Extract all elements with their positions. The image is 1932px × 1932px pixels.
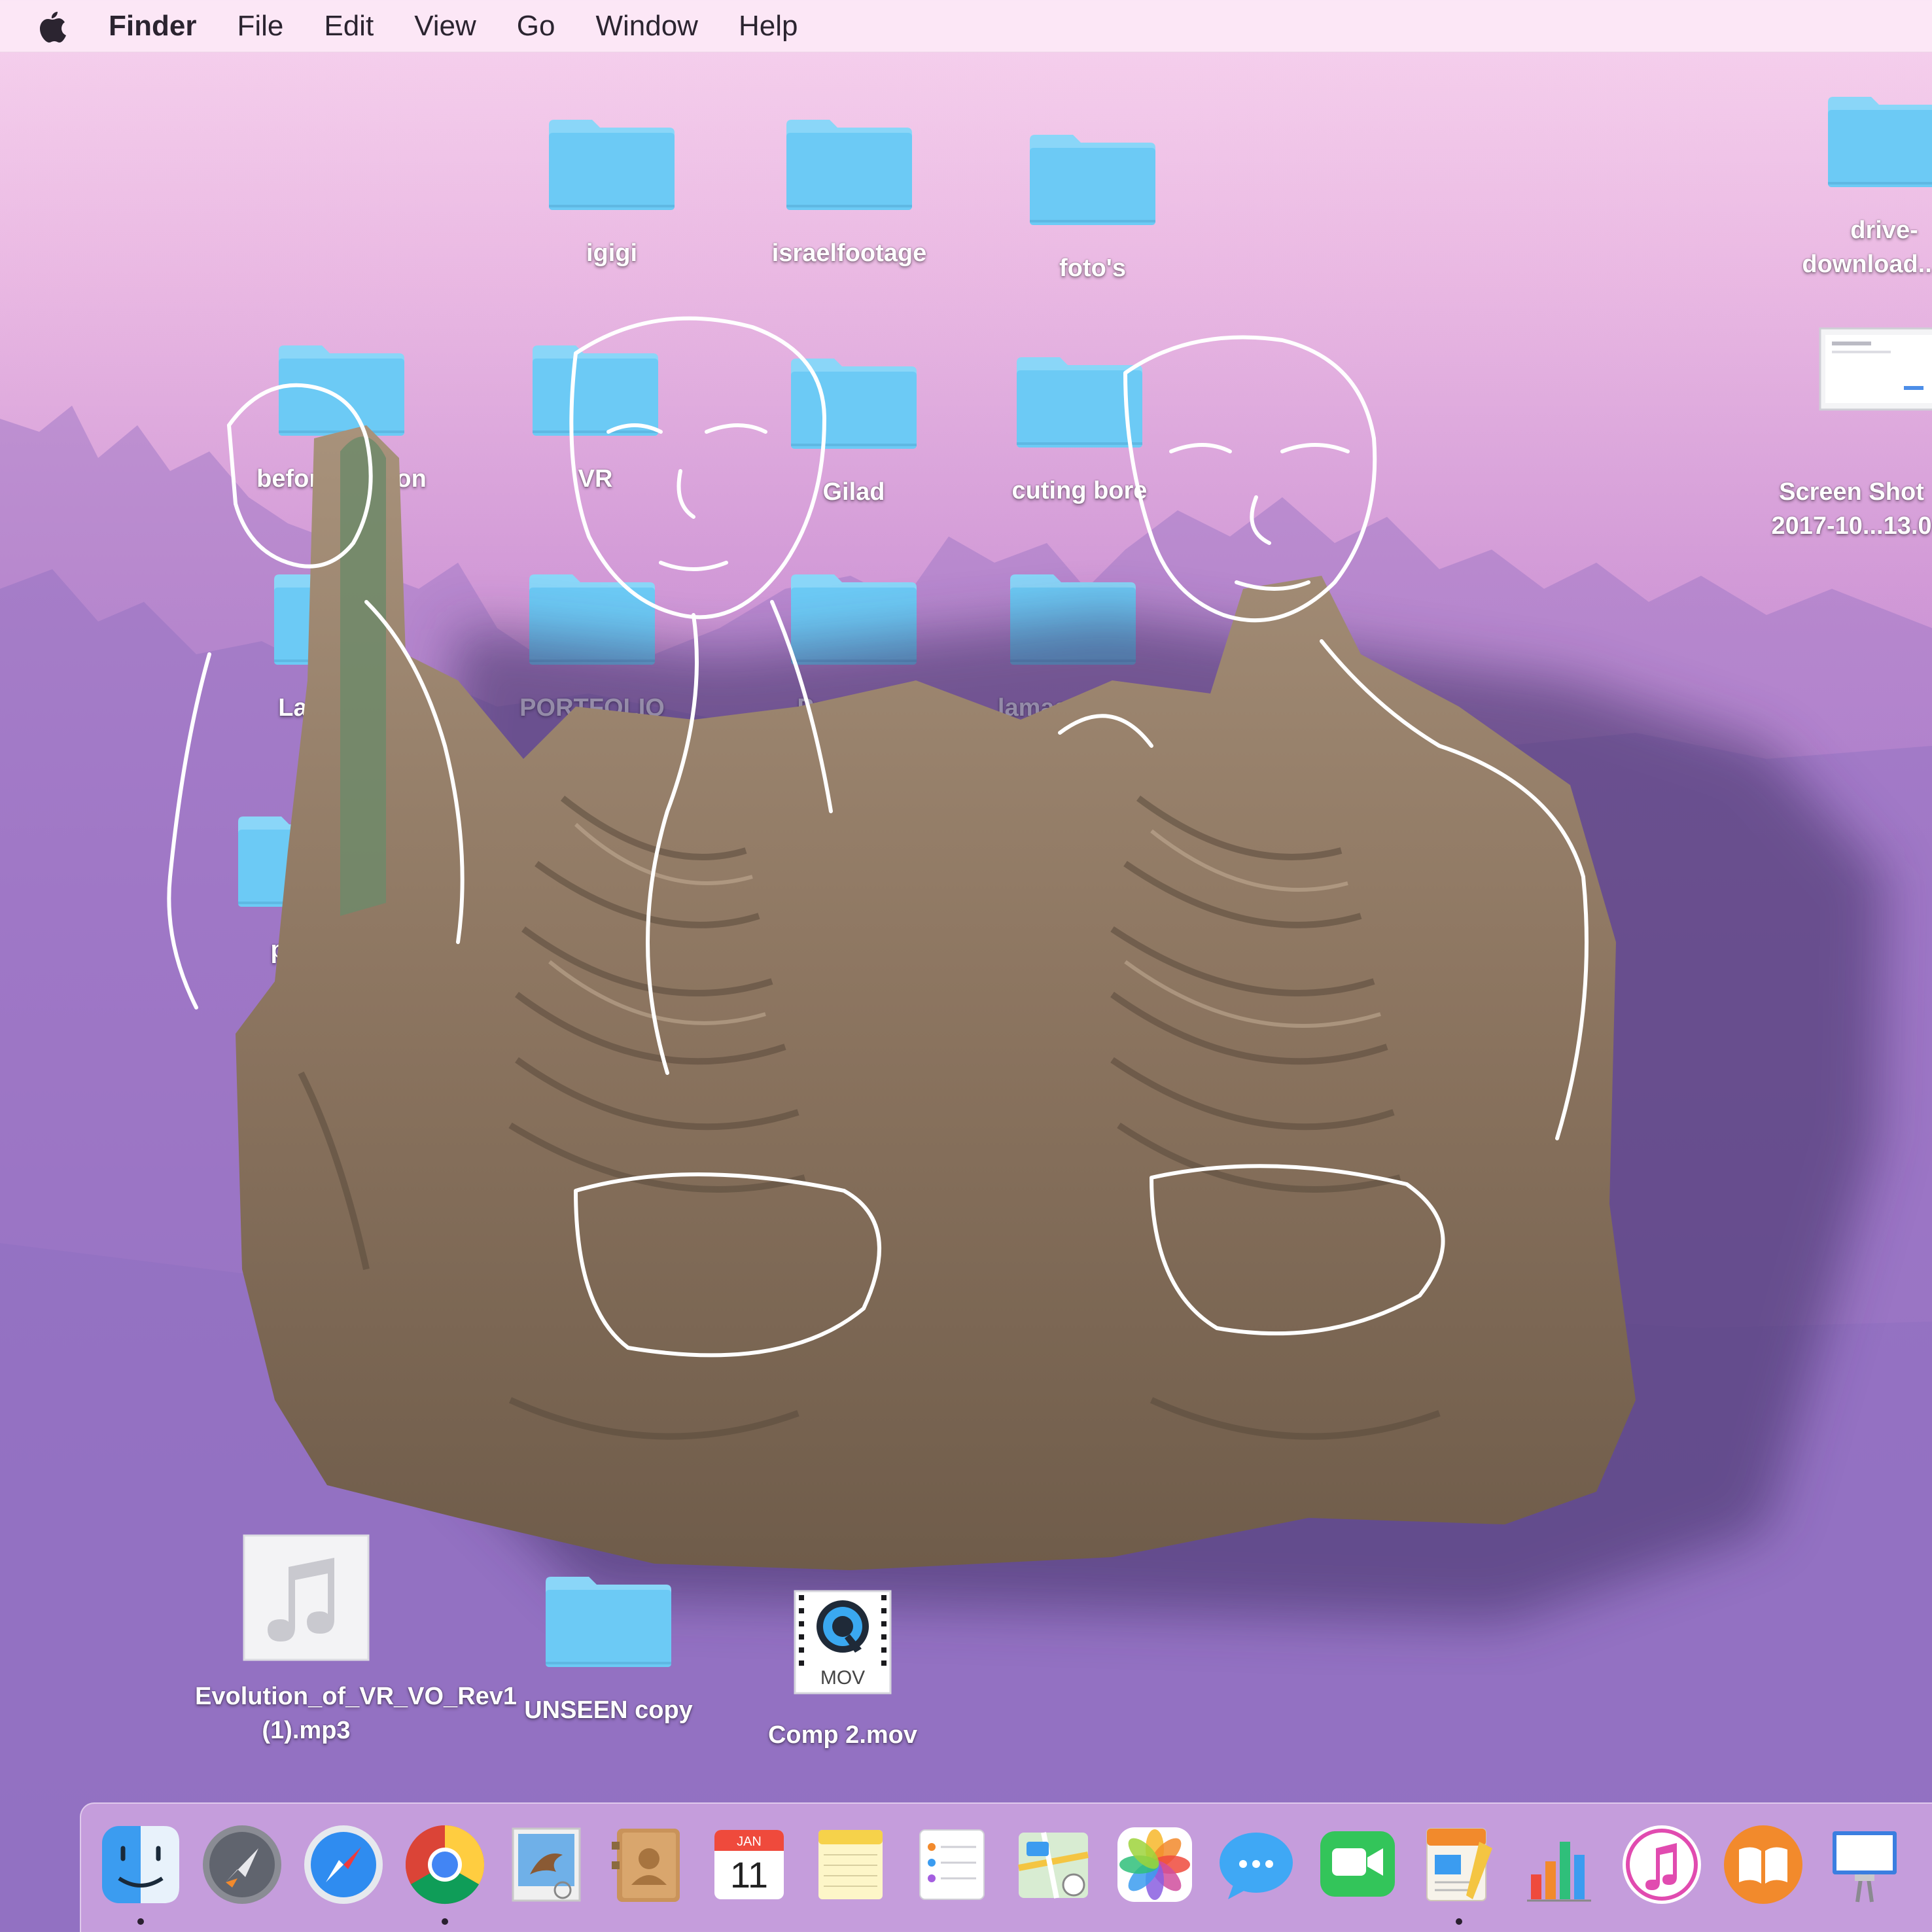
desktop-folder[interactable]: lamassu psd — [975, 563, 1171, 725]
folder-label: petra — [270, 936, 332, 964]
desktop-file-screenshot[interactable] — [1812, 327, 1932, 412]
menu-view[interactable]: View — [414, 0, 476, 52]
running-indicator — [137, 1918, 144, 1925]
desktop-folder[interactable]: PORTFOLIO — [494, 563, 690, 725]
folder-label: before ... ction — [256, 465, 427, 493]
folder-icon — [533, 345, 658, 436]
screenshot-thumbnail-icon — [1819, 327, 1932, 411]
menu-window[interactable]: Window — [595, 0, 698, 52]
finder-icon[interactable] — [98, 1822, 183, 1907]
folder-label: UNSEEN copy — [524, 1696, 693, 1724]
desktop-folder[interactable]: petra — [203, 805, 399, 967]
facetime-icon[interactable] — [1315, 1822, 1400, 1907]
folder-icon — [546, 1577, 671, 1667]
notes-icon[interactable] — [808, 1822, 893, 1907]
desktop-folder[interactable]: VR — [497, 334, 694, 496]
maps-icon[interactable] — [1011, 1822, 1096, 1907]
safari-icon[interactable] — [301, 1822, 386, 1907]
desktop-folder[interactable]: israelfootage — [751, 108, 947, 270]
calendar-icon[interactable]: JAN 11 — [707, 1822, 792, 1907]
numbers-icon[interactable] — [1518, 1822, 1603, 1907]
folder-icon — [1017, 357, 1142, 448]
desktop-folder[interactable]: before ... ction — [243, 334, 440, 496]
folder-label: lamassu psd — [997, 694, 1149, 722]
folder-icon — [279, 345, 404, 436]
menu-app-name[interactable]: Finder — [109, 0, 196, 52]
folder-icon — [791, 574, 917, 665]
desktop-file-audio[interactable]: Evolution_of_VR_VO_Rev1 (1).mp3 — [195, 1534, 517, 1748]
desktop-folder[interactable]: cuting bore — [981, 345, 1178, 508]
folder-icon — [791, 359, 917, 449]
desktop-folder[interactable]: foto's — [994, 123, 1191, 285]
pages-icon[interactable] — [1416, 1822, 1502, 1907]
folder-label: Land of M — [278, 694, 396, 722]
folder-label: Gilad — [822, 478, 885, 506]
menu-bar: Finder File Edit View Go Window Help — [0, 0, 1932, 52]
folder-label: Projecten — [797, 694, 911, 722]
calendar-month: JAN — [737, 1835, 762, 1849]
screenshot-label: Screen Shot 2017-10...13.0 — [1771, 478, 1932, 540]
folder-icon — [549, 120, 675, 210]
folder-label: cuting bore — [1011, 477, 1148, 504]
ibooks-icon[interactable] — [1721, 1822, 1806, 1907]
desktop-file-movie[interactable]: MOV Comp 2.mov — [745, 1590, 941, 1752]
folder-icon — [1828, 97, 1932, 187]
menu-file[interactable]: File — [237, 0, 283, 52]
running-indicator — [1456, 1918, 1462, 1925]
desktop-folder[interactable]: UNSEEN copy — [510, 1565, 707, 1727]
folder-icon — [1010, 574, 1136, 665]
mail-icon[interactable] — [504, 1822, 589, 1907]
desktop-folder[interactable]: Land of M — [239, 563, 435, 725]
folder-label: PORTFOLIO — [519, 694, 665, 722]
folder-icon — [1030, 135, 1155, 225]
folder-label: drive-download...20 — [1802, 217, 1932, 278]
desktop-folder[interactable]: drive-download...20 — [1734, 85, 1932, 281]
folder-icon — [274, 574, 400, 665]
folder-label: foto's — [1059, 255, 1126, 282]
running-indicator — [442, 1918, 448, 1925]
movie-file-label: Comp 2.mov — [767, 1721, 918, 1749]
folder-label: israelfootage — [771, 239, 927, 267]
itunes-icon[interactable] — [1619, 1822, 1704, 1907]
menu-go[interactable]: Go — [517, 0, 555, 52]
audio-file-label: Evolution_of_VR_VO_Rev1 (1).mp3 — [195, 1683, 518, 1744]
music-file-icon — [243, 1534, 370, 1661]
contacts-icon[interactable] — [605, 1822, 690, 1907]
desktop-folder[interactable]: Gilad — [756, 347, 952, 509]
folder-label: VR — [578, 465, 613, 493]
launchpad-icon[interactable] — [200, 1822, 285, 1907]
photos-icon[interactable] — [1112, 1822, 1197, 1907]
folder-label: igigi — [586, 239, 638, 267]
menu-help[interactable]: Help — [739, 0, 798, 52]
calendar-day: 11 — [730, 1854, 768, 1895]
keynote-icon[interactable] — [1822, 1822, 1907, 1907]
desktop-folder[interactable]: Projecten — [756, 563, 952, 725]
messages-icon[interactable] — [1214, 1822, 1299, 1907]
menu-edit[interactable]: Edit — [324, 0, 374, 52]
mov-badge: MOV — [820, 1667, 866, 1689]
folder-icon — [786, 120, 912, 210]
folder-icon — [529, 574, 655, 665]
folder-icon — [238, 817, 364, 907]
apple-menu-icon[interactable] — [38, 0, 77, 52]
desktop-folder[interactable]: igigi — [514, 108, 710, 270]
reminders-icon[interactable] — [909, 1822, 994, 1907]
chrome-icon[interactable] — [402, 1822, 487, 1907]
